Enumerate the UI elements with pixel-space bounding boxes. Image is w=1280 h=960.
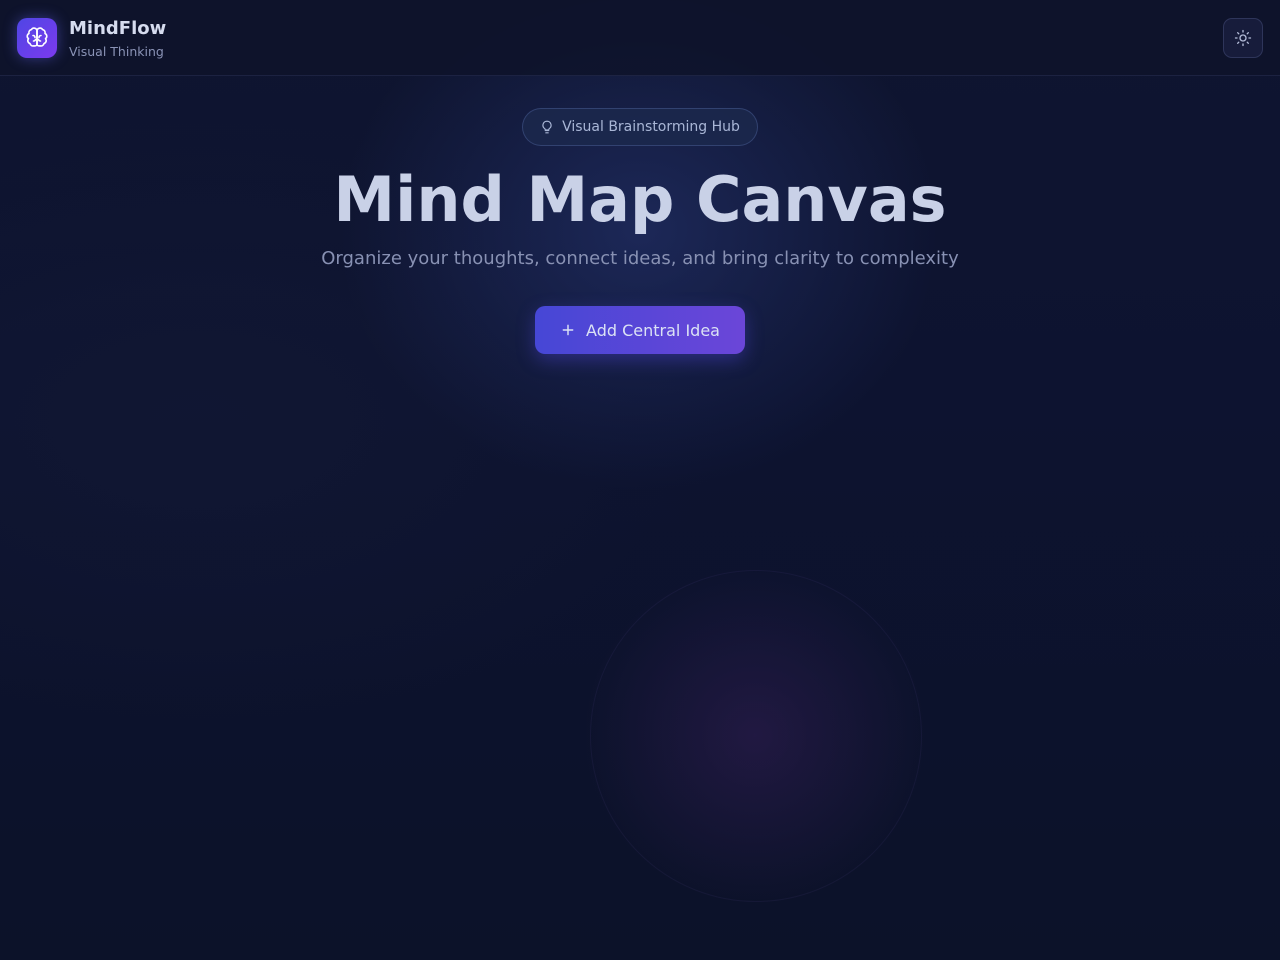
- hero-badge-label: Visual Brainstorming Hub: [562, 119, 740, 135]
- plus-icon: [562, 324, 574, 336]
- brain-icon: [26, 27, 48, 47]
- app-logo[interactable]: [17, 18, 57, 58]
- app-tagline: Visual Thinking: [69, 44, 164, 59]
- app-header: MindFlow Visual Thinking: [0, 0, 1280, 76]
- page-subtitle: Organize your thoughts, connect ideas, a…: [321, 248, 959, 269]
- sun-icon: [1234, 29, 1252, 47]
- canvas-glow: [590, 570, 922, 902]
- lightbulb-icon: [542, 120, 552, 134]
- page-title: Mind Map Canvas: [333, 163, 947, 236]
- hero-badge: Visual Brainstorming Hub: [522, 108, 758, 146]
- theme-toggle-button[interactable]: [1223, 18, 1263, 58]
- add-central-idea-label: Add Central Idea: [586, 320, 720, 340]
- add-central-idea-button[interactable]: Add Central Idea: [535, 306, 745, 354]
- app-name: MindFlow: [69, 18, 167, 39]
